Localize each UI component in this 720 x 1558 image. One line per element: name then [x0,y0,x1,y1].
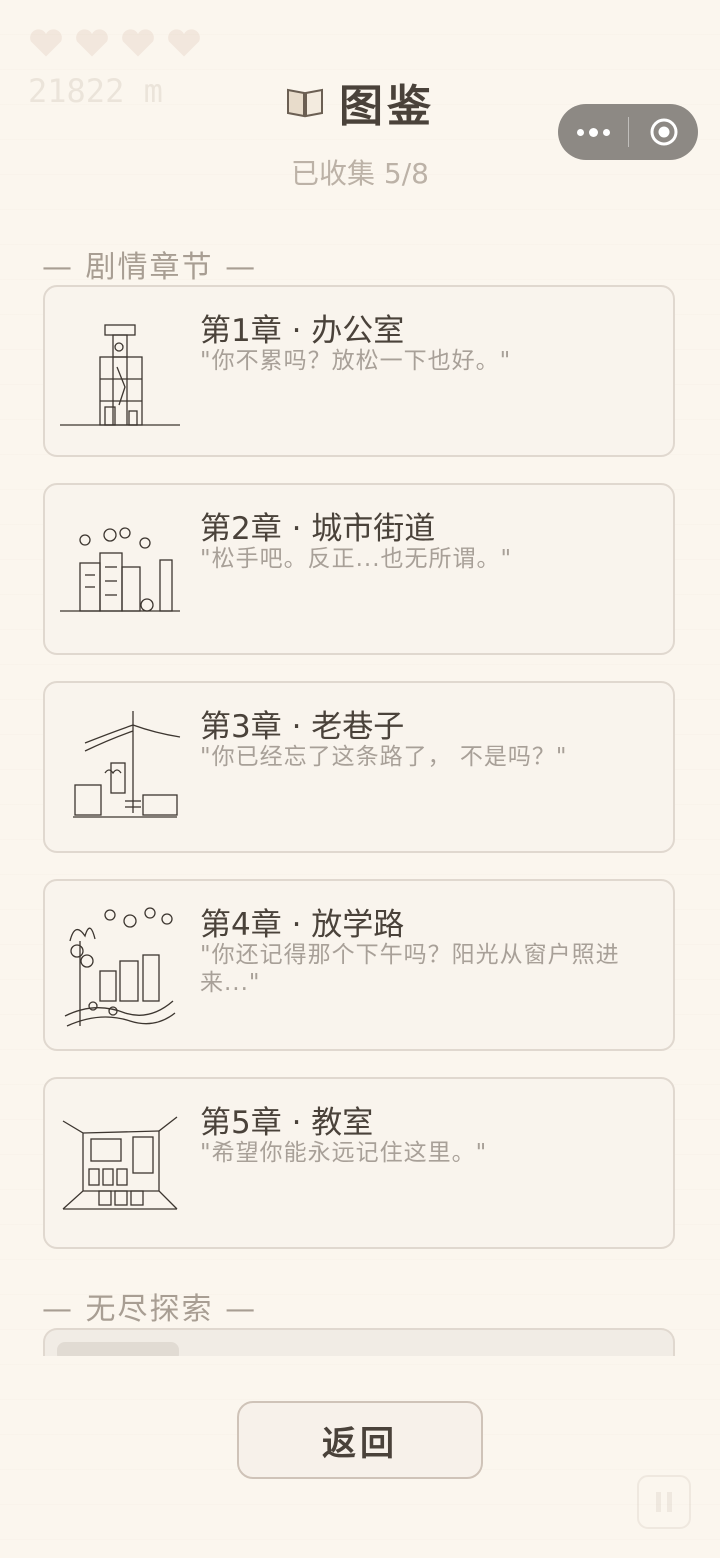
collected-count: 已收集 5/8 [291,157,429,190]
chapter-quote: "松手吧。反正...也无所谓。" [200,546,513,572]
close-miniprogram-button[interactable] [629,117,698,147]
chapter-quote: "你已经忘了这条路了， 不是吗？" [200,744,568,770]
classroom-sketch-icon [62,1116,178,1210]
dot-icon [602,128,610,136]
chapter-card-4[interactable]: 第4章 · 放学路 "你还记得那个下午吗？阳光从窗户照进来..." [43,879,675,1051]
dot-icon [576,128,584,136]
chapter-title: 第2章 · 城市街道 [200,511,436,547]
endless-explore-card[interactable] [43,1328,675,1356]
book-icon [287,88,323,118]
endless-card-placeholder [57,1342,179,1356]
heart-icon [76,29,108,57]
page-title: 图鉴 [339,81,435,132]
chapter-card-5[interactable]: 第5章 · 教室 "希望你能永远记住这里。" [43,1077,675,1249]
lives-hearts [28,28,202,58]
section-endless-explore: — 无尽探索 — [42,1292,258,1327]
chapter-card-1[interactable]: 第1章 · 办公室 "你不累吗？放松一下也好。" [43,285,675,457]
chapter-title: 第3章 · 老巷子 [200,709,405,745]
chapter-card-2[interactable]: 第2章 · 城市街道 "松手吧。反正...也无所谓。" [43,483,675,655]
old-alley-sketch-icon [73,711,181,818]
school-road-sketch-icon [64,907,176,1027]
city-street-sketch-icon [60,527,180,612]
back-button[interactable]: 返回 [237,1401,483,1479]
chapter-title: 第4章 · 放学路 [200,907,405,943]
target-icon [650,118,677,146]
heart-icon [30,29,62,57]
chapter-quote: "希望你能永远记住这里。" [200,1140,488,1166]
heart-icon [122,29,154,57]
office-sketch-icon [60,324,180,426]
more-menu-button[interactable] [558,127,628,137]
chapter-quote: "你不累吗？放松一下也好。" [200,348,512,374]
dot-icon [588,127,598,137]
chapter-card-3[interactable]: 第3章 · 老巷子 "你已经忘了这条路了， 不是吗？" [43,681,675,853]
chapter-title: 第1章 · 办公室 [200,313,405,349]
pause-icon [637,1475,691,1529]
chapter-quote: "你还记得那个下午吗？阳光从窗户照进来..." [200,942,620,996]
chapter-title: 第5章 · 教室 [200,1105,374,1141]
section-story-chapters: — 剧情章节 — [42,250,258,285]
heart-icon [168,29,200,57]
